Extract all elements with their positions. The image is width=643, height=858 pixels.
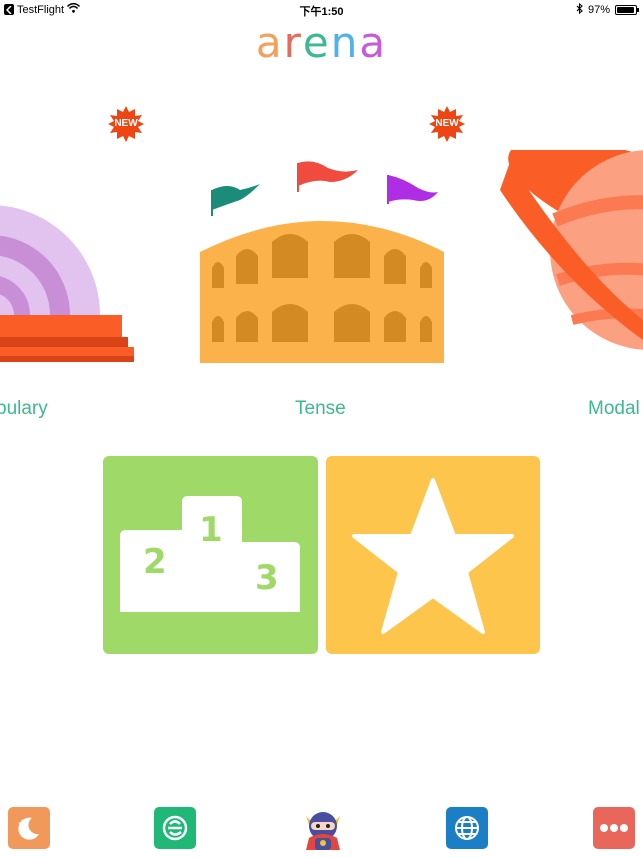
status-bar: TestFlight 下午1:50 97% <box>0 0 643 20</box>
tab-profile[interactable] <box>300 804 346 852</box>
logo-letter: e <box>302 18 331 67</box>
category-card-modal[interactable] <box>500 150 643 370</box>
logo-letter: r <box>283 18 303 67</box>
category-label-modal[interactable]: Modal <box>588 398 640 420</box>
podium-place-3: 3 <box>255 558 279 598</box>
status-right: 97% <box>576 2 639 17</box>
more-dots-icon <box>600 824 628 832</box>
moon-icon <box>18 817 39 840</box>
rainbow-podium-icon <box>0 205 134 362</box>
category-card-vocabulary[interactable]: NEW <box>0 100 150 380</box>
new-badge-label: NEW <box>114 118 138 129</box>
planet-icon <box>500 150 643 350</box>
favorites-tile[interactable] <box>326 456 540 654</box>
bottom-tab-bar <box>0 800 643 858</box>
logo-letter: a <box>255 18 284 67</box>
category-card-tense[interactable]: NEW <box>190 100 465 380</box>
podium-place-2: 2 <box>143 542 167 582</box>
status-time: 下午1:50 <box>299 6 344 18</box>
tab-dictionary[interactable] <box>154 807 196 849</box>
globe-icon <box>455 816 479 840</box>
logo-letter: n <box>330 18 360 67</box>
podium-place-1: 1 <box>199 510 223 550</box>
category-label-tense[interactable]: Tense <box>295 398 346 420</box>
ninja-mascot-icon <box>306 812 340 850</box>
tab-world[interactable] <box>446 807 488 849</box>
battery-icon <box>615 5 639 15</box>
battery-percent: 97% <box>587 4 610 16</box>
battery-fill <box>617 7 635 13</box>
app-screen: TestFlight 下午1:50 97% arena NEW bulary N… <box>0 0 643 858</box>
tab-night-mode[interactable] <box>8 807 50 849</box>
star-icon <box>352 478 514 634</box>
new-badge-label: NEW <box>435 118 459 129</box>
tab-more[interactable] <box>593 807 635 849</box>
logo-letter: a <box>359 18 388 67</box>
category-label-vocabulary[interactable]: bulary <box>0 398 48 420</box>
colosseum-icon <box>200 161 444 363</box>
app-logo: arena <box>0 18 643 68</box>
leaderboard-tile[interactable]: 1 2 3 <box>103 456 318 654</box>
bluetooth-icon <box>576 2 583 17</box>
e-logo-icon <box>162 815 188 841</box>
